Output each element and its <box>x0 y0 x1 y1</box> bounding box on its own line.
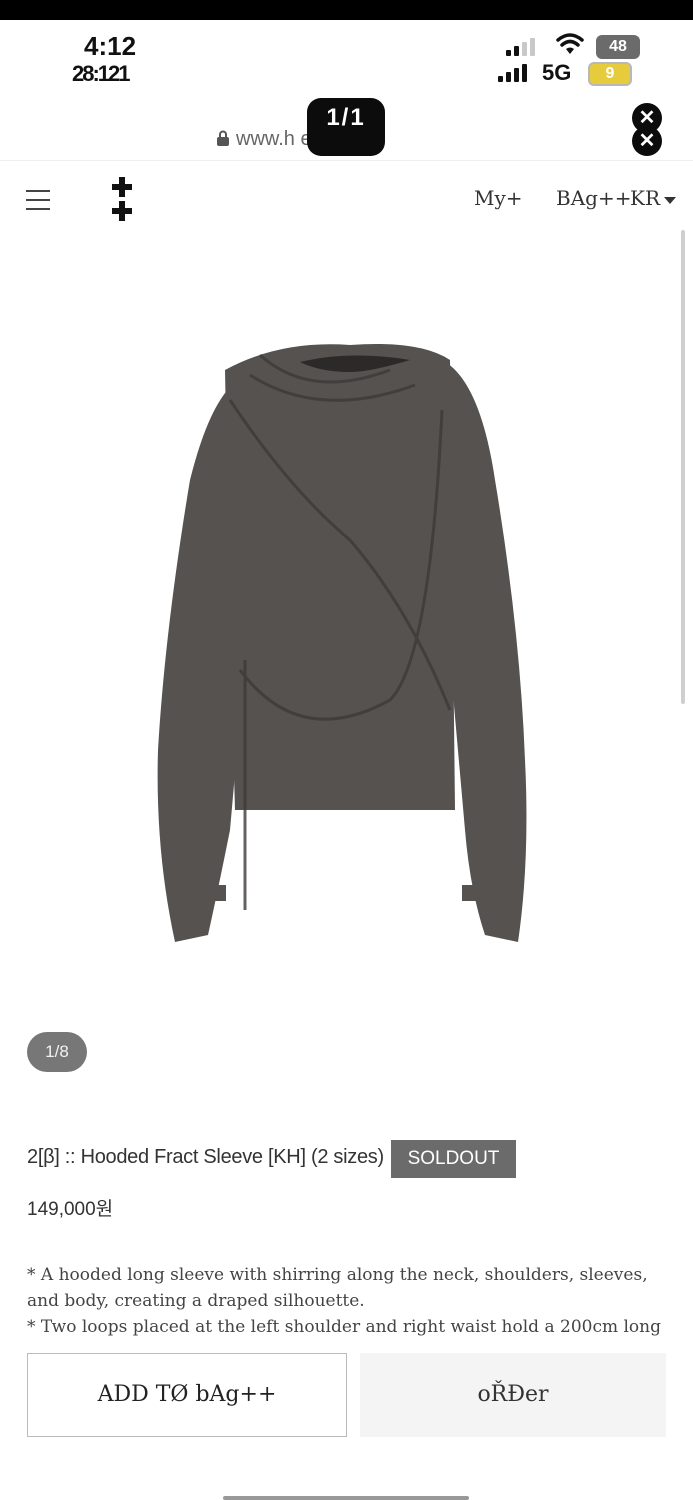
wifi-icon <box>556 33 584 54</box>
product-description: * A hooded long sleeve with shirring alo… <box>27 1262 667 1340</box>
network-label: 5G <box>542 60 572 85</box>
cell-signal-icon-top <box>506 38 535 56</box>
chevron-down-icon[interactable] <box>664 197 676 204</box>
scrollbar[interactable] <box>681 230 685 704</box>
header-divider <box>0 160 693 161</box>
product-image[interactable] <box>150 330 550 950</box>
status-time-secondary: 28:121 <box>72 61 130 86</box>
home-indicator[interactable] <box>223 1496 469 1500</box>
close-icon-secondary[interactable]: ✕ <box>632 126 662 156</box>
lock-icon <box>217 130 229 146</box>
product-price: 149,000원 <box>27 1199 114 1220</box>
battery-icon-top: 48 <box>596 35 640 59</box>
hamburger-icon[interactable] <box>26 190 50 210</box>
order-button[interactable]: oŘĐer <box>360 1353 666 1437</box>
cell-signal-icon <box>498 64 527 82</box>
language-selector[interactable]: KR <box>630 186 660 210</box>
gallery-pager: 1/8 <box>27 1032 87 1072</box>
status-time: 4:12 <box>84 31 137 61</box>
plus-logo-icon[interactable] <box>110 177 134 223</box>
image-counter: 1/1 <box>307 98 385 156</box>
description-line: * A hooded long sleeve with shirring alo… <box>27 1265 648 1311</box>
add-to-bag-button[interactable]: ADD TØ bAg++ <box>27 1353 347 1437</box>
battery-icon: 9 <box>588 62 632 86</box>
bag-link[interactable]: BAg++ <box>556 186 631 210</box>
soldout-badge: SOLDOUT <box>391 1140 516 1178</box>
top-black-bar <box>0 0 693 20</box>
my-account-link[interactable]: My+ <box>474 186 523 210</box>
product-title: 2[β] :: Hooded Fract Sleeve [KH] (2 size… <box>27 1146 384 1168</box>
